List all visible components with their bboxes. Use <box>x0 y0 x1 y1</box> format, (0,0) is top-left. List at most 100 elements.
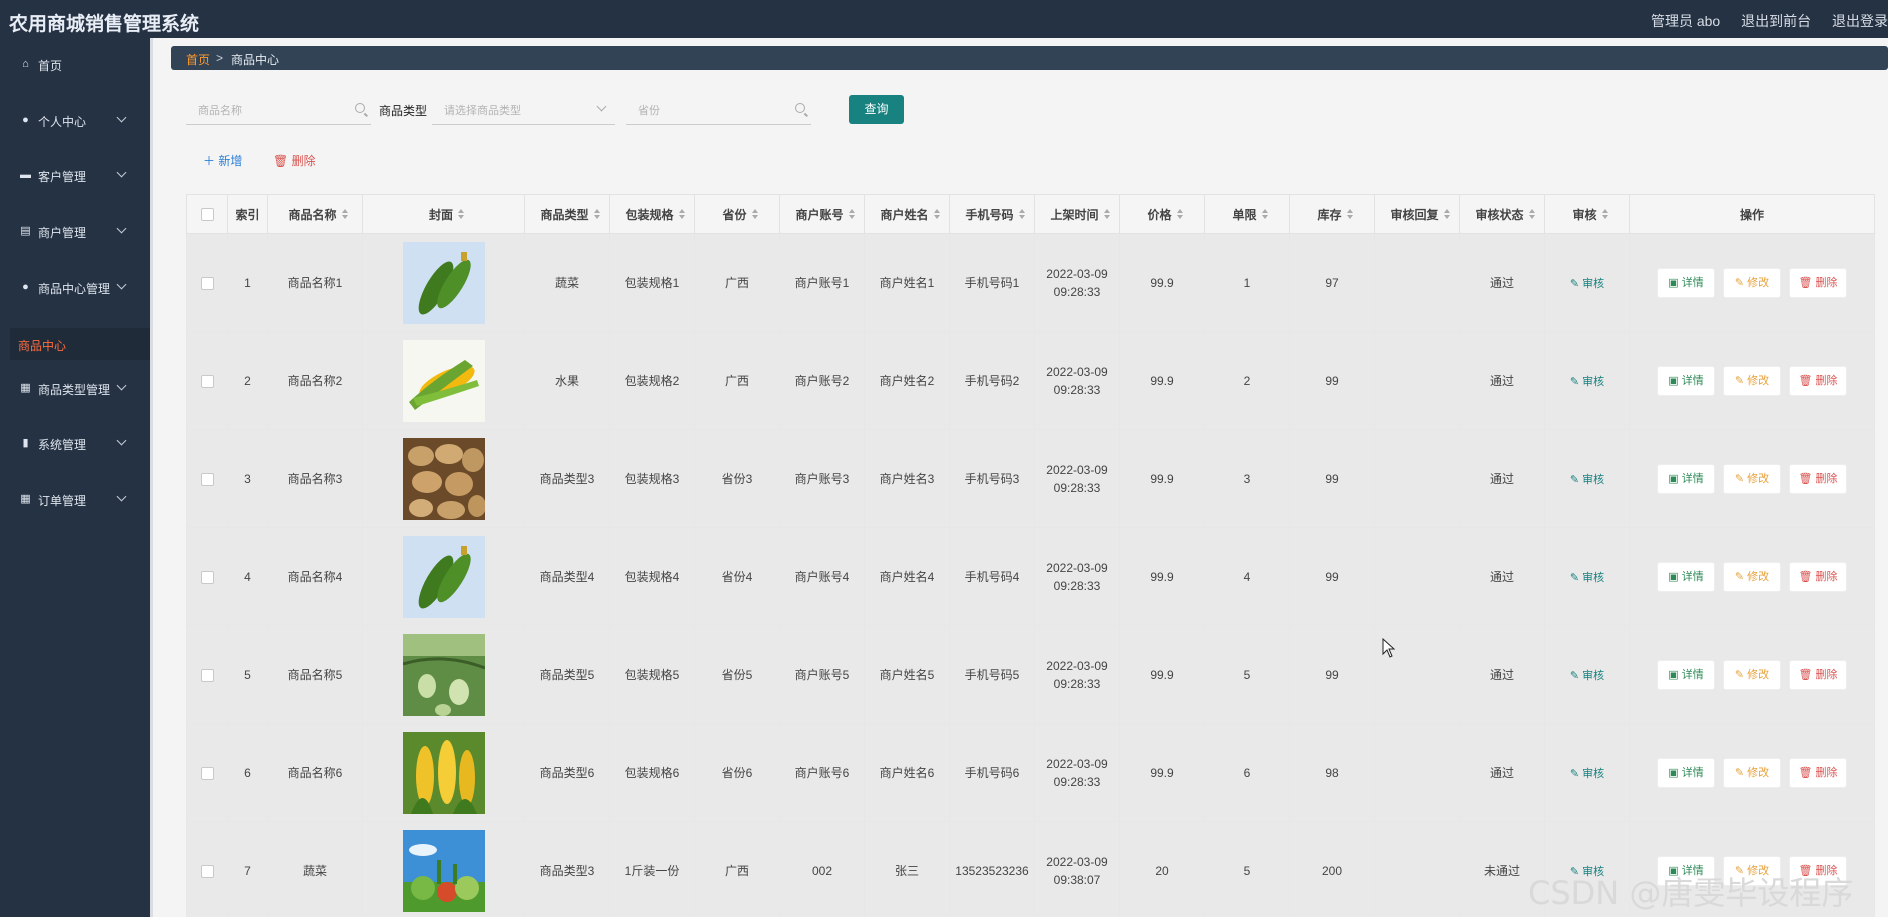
bar-chart-icon: ▮ <box>22 437 29 449</box>
row-checkbox[interactable] <box>186 821 228 917</box>
sidebar-item-customers[interactable]: ▬ 客户管理 <box>0 156 150 196</box>
cell-account: 商户账号1 <box>779 233 865 332</box>
logout-link[interactable]: 退出登录 <box>1832 13 1888 29</box>
plus-icon: ＋ <box>203 154 219 168</box>
watermark: CSDN @唐雯毕设程序 <box>1528 874 1854 912</box>
header-name[interactable]: 商品名称 <box>267 194 363 234</box>
detail-button[interactable]: ▣ 详情 <box>1657 561 1715 592</box>
audit-link[interactable]: ✎ 审核 <box>1570 278 1604 290</box>
audit-link[interactable]: ✎ 审核 <box>1570 474 1604 486</box>
delete-button[interactable]: 🗑 删除 <box>273 152 316 169</box>
cell-operations: ▣ 详情 ✎ 修改 🗑 删除 <box>1629 429 1875 528</box>
detail-button[interactable]: ▣ 详情 <box>1657 365 1715 396</box>
cell-cover <box>362 429 525 528</box>
cell-province: 广西 <box>694 233 780 332</box>
detail-button[interactable]: ▣ 详情 <box>1657 757 1715 788</box>
cell-status: 通过 <box>1459 723 1545 822</box>
header-status[interactable]: 审核状态 <box>1459 194 1545 234</box>
row-checkbox[interactable] <box>186 527 228 626</box>
cell-name: 商品名称6 <box>267 723 363 822</box>
top-bar: 农用商城销售管理系统 管理员 abo 退出到前台 退出登录 <box>0 0 1888 38</box>
header-spec[interactable]: 包装规格 <box>609 194 695 234</box>
grid-icon: ▦ <box>20 382 31 394</box>
delete-row-button[interactable]: 🗑 删除 <box>1789 757 1847 788</box>
add-button[interactable]: ＋ 新增 <box>203 152 242 169</box>
delete-row-button[interactable]: 🗑 删除 <box>1789 365 1847 396</box>
sidebar-subitem-product-center[interactable]: 商品中心 <box>10 328 150 360</box>
audit-link[interactable]: ✎ 审核 <box>1570 376 1604 388</box>
header-reply[interactable]: 审核回复 <box>1374 194 1460 234</box>
row-checkbox[interactable] <box>186 331 228 430</box>
detail-button[interactable]: ▣ 详情 <box>1657 267 1715 298</box>
edit-button[interactable]: ✎ 修改 <box>1723 561 1781 592</box>
cell-province: 广西 <box>694 331 780 430</box>
header-province[interactable]: 省份 <box>694 194 780 234</box>
sidebar-item-home[interactable]: ⌂ 首页 <box>0 45 150 85</box>
delete-row-button[interactable]: 🗑 删除 <box>1789 561 1847 592</box>
header-merchant[interactable]: 商户姓名 <box>864 194 950 234</box>
query-button[interactable]: 查询 <box>849 95 904 124</box>
cell-time: 2022-03-09 09:28:33 <box>1034 331 1120 430</box>
detail-icon: ▣ <box>1668 570 1682 583</box>
detail-icon: ▣ <box>1668 766 1682 779</box>
cell-stock: 99 <box>1289 331 1375 430</box>
breadcrumb-home[interactable]: 首页 <box>186 51 210 68</box>
sidebar-item-personal[interactable]: ● 个人中心 <box>0 101 150 141</box>
header-type[interactable]: 商品类型 <box>524 194 610 234</box>
header-cover[interactable]: 封面 <box>362 194 525 234</box>
detail-button[interactable]: ▣ 详情 <box>1657 463 1715 494</box>
edit-button[interactable]: ✎ 修改 <box>1723 267 1781 298</box>
audit-link[interactable]: ✎ 审核 <box>1570 670 1604 682</box>
header-price[interactable]: 价格 <box>1119 194 1205 234</box>
row-checkbox[interactable] <box>186 625 228 724</box>
cell-account: 商户账号2 <box>779 331 865 430</box>
exit-to-front-link[interactable]: 退出到前台 <box>1741 13 1811 29</box>
product-type-select[interactable]: 请选择商品类型 <box>432 95 615 125</box>
cell-status: 通过 <box>1459 527 1545 626</box>
product-name-input[interactable]: 商品名称 <box>186 95 371 125</box>
row-checkbox[interactable] <box>186 723 228 822</box>
sidebar-item-merchants[interactable]: ▤ 商户管理 <box>0 212 150 252</box>
cell-reply <box>1374 821 1460 917</box>
sidebar-item-product-types[interactable]: ▦ 商品类型管理 <box>0 369 150 409</box>
cell-stock: 98 <box>1289 723 1375 822</box>
select-all-checkbox[interactable] <box>186 194 228 234</box>
home-icon: ⌂ <box>22 58 29 70</box>
header-audit[interactable]: 审核 <box>1544 194 1630 234</box>
user-icon: ● <box>22 114 29 126</box>
row-checkbox[interactable] <box>186 429 228 528</box>
cell-province: 省份3 <box>694 429 780 528</box>
sidebar-item-product-center[interactable]: ● 商品中心管理 <box>0 268 150 308</box>
search-icon <box>795 103 805 113</box>
cell-spec: 包装规格3 <box>609 429 695 528</box>
cell-type: 商品类型3 <box>524 429 610 528</box>
edit-button[interactable]: ✎ 修改 <box>1723 757 1781 788</box>
detail-button[interactable]: ▣ 详情 <box>1657 659 1715 690</box>
header-stock[interactable]: 库存 <box>1289 194 1375 234</box>
edit-button[interactable]: ✎ 修改 <box>1723 659 1781 690</box>
table-row: 5 商品名称5 商品类型5 包装规格5 省份5 商户账号5 商户姓名5 手机号码5 2022-0… <box>186 625 1875 724</box>
cell-province: 省份6 <box>694 723 780 822</box>
sidebar-item-orders[interactable]: ▦ 订单管理 <box>0 480 150 520</box>
row-checkbox[interactable] <box>186 233 228 332</box>
delete-row-button[interactable]: 🗑 删除 <box>1789 267 1847 298</box>
breadcrumb: 首页 > 商品中心 <box>171 46 1888 70</box>
province-input[interactable]: 省份 <box>626 95 811 125</box>
delete-row-button[interactable]: 🗑 删除 <box>1789 463 1847 494</box>
header-limit[interactable]: 单限 <box>1204 194 1290 234</box>
header-time[interactable]: 上架时间 <box>1034 194 1120 234</box>
edit-button[interactable]: ✎ 修改 <box>1723 463 1781 494</box>
header-index[interactable]: 索引 <box>227 194 268 234</box>
trash-icon: 🗑 <box>1798 276 1816 289</box>
audit-link[interactable]: ✎ 审核 <box>1570 572 1604 584</box>
audit-link[interactable]: ✎ 审核 <box>1570 768 1604 780</box>
cell-merchant: 商户姓名5 <box>864 625 950 724</box>
delete-row-button[interactable]: 🗑 删除 <box>1789 659 1847 690</box>
cell-type: 商品类型3 <box>524 821 610 917</box>
header-phone[interactable]: 手机号码 <box>949 194 1035 234</box>
cell-merchant: 商户姓名4 <box>864 527 950 626</box>
sidebar-item-system[interactable]: ▮ 系统管理 <box>0 424 150 464</box>
header-account[interactable]: 商户账号 <box>779 194 865 234</box>
edit-button[interactable]: ✎ 修改 <box>1723 365 1781 396</box>
cell-status: 通过 <box>1459 233 1545 332</box>
